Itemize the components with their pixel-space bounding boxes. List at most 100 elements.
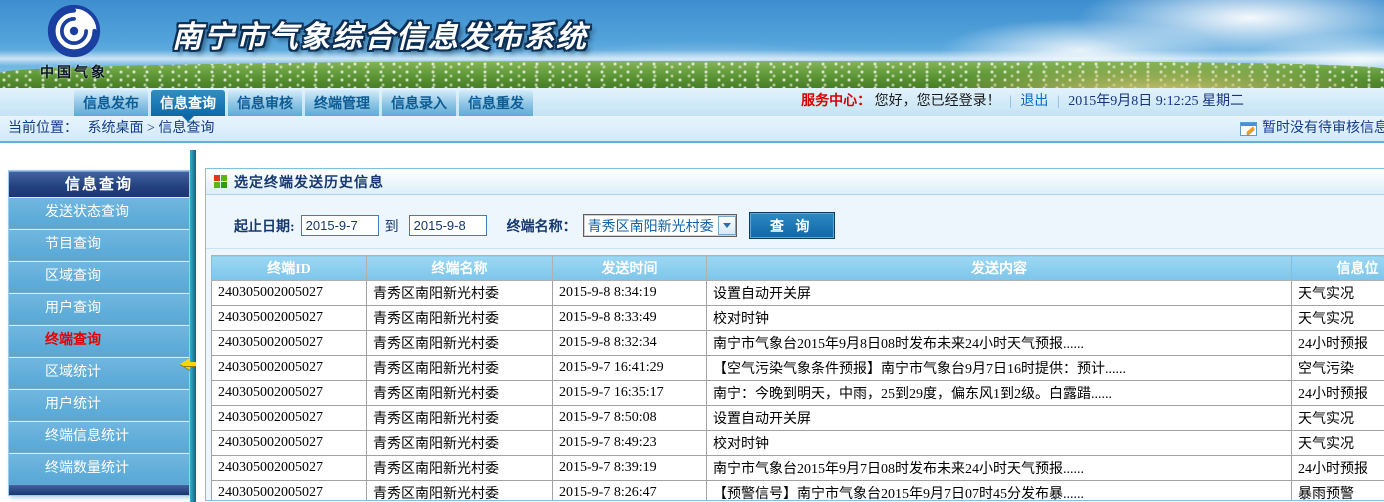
table-cell: 设置自动开关屏 [707, 281, 1292, 306]
top-navbar: 信息发布信息查询信息审核终端管理信息录入信息重发 服务中心： 您好，您已经登录！… [0, 88, 1384, 116]
table-cell: 240305002005027 [212, 406, 367, 431]
table-row: 240305002005027青秀区南阳新光村委2015-9-8 8:34:19… [212, 281, 1384, 306]
collapse-arrow-icon[interactable] [174, 358, 200, 370]
table-cell: 南宁：今晚到明天，中雨，25到29度，偏东风1到2级。白露踖...... [707, 381, 1292, 406]
table-cell: 24小时预报 [1292, 456, 1384, 481]
current-datetime: 2015年9月8日 9:12:25 星期二 [1068, 94, 1244, 109]
table-cell: 青秀区南阳新光村委 [367, 456, 553, 481]
table-row: 240305002005027青秀区南阳新光村委2015-9-7 8:50:08… [212, 406, 1384, 431]
terminal-name-label: 终端名称： [507, 216, 577, 236]
content-area: 信息查询 发送状态查询节目查询区域查询用户查询终端查询区域统计用户统计终端信息统… [0, 145, 1384, 502]
table-cell: 240305002005027 [212, 456, 367, 481]
history-table: 终端ID终端名称发送时间发送内容信息位 240305002005027青秀区南阳… [211, 255, 1384, 501]
table-cell: 天气实况 [1292, 306, 1384, 331]
panel-body: 起止日期: 到 终端名称： 青秀区南阳新光村委 查 询 终端ID终端名称发送时间… [206, 203, 1384, 501]
date-range-label: 起止日期: [234, 216, 295, 236]
table-cell: 青秀区南阳新光村委 [367, 431, 553, 456]
table-cell: 2015-9-7 8:26:47 [553, 481, 707, 502]
sidebar-item-4[interactable]: 用户查询 [9, 293, 189, 325]
sidebar-item-1[interactable]: 发送状态查询 [9, 197, 189, 229]
table-cell: 2015-9-8 8:32:34 [553, 331, 707, 356]
table-cell: 青秀区南阳新光村委 [367, 381, 553, 406]
table-row: 240305002005027青秀区南阳新光村委2015-9-7 16:35:1… [212, 381, 1384, 406]
date-from-input[interactable] [301, 215, 379, 236]
breadcrumb: 系统桌面 > 信息查询 [88, 121, 215, 136]
sidebar-item-2[interactable]: 节目查询 [9, 229, 189, 261]
column-header-4: 发送内容 [707, 256, 1292, 281]
table-cell: 240305002005027 [212, 381, 367, 406]
table-cell: 青秀区南阳新光村委 [367, 281, 553, 306]
table-cell: 青秀区南阳新光村委 [367, 356, 553, 381]
table-cell: 24小时预报 [1292, 331, 1384, 356]
sidebar-item-8[interactable]: 终端信息统计 [9, 421, 189, 453]
table-row: 240305002005027青秀区南阳新光村委2015-9-7 8:39:19… [212, 456, 1384, 481]
to-label: 到 [385, 216, 399, 236]
review-notice: 暂时没有待审核信息 [1240, 116, 1384, 141]
login-greeting: 您好，您已经登录！ [875, 94, 1001, 109]
nav-tab-1[interactable]: 信息发布 [74, 90, 148, 116]
table-cell: 2015-9-7 8:49:23 [553, 431, 707, 456]
panel-title: 选定终端发送历史信息 [234, 172, 384, 192]
sidebar-item-3[interactable]: 区域查询 [9, 261, 189, 293]
sidebar-items: 发送状态查询节目查询区域查询用户查询终端查询区域统计用户统计终端信息统计终端数量… [9, 197, 189, 485]
table-cell: 校对时钟 [707, 306, 1292, 331]
terminal-select[interactable]: 青秀区南阳新光村委 [583, 214, 737, 237]
table-cell: 240305002005027 [212, 331, 367, 356]
cma-spiral-icon [46, 46, 102, 63]
table-cell: 240305002005027 [212, 306, 367, 331]
query-button[interactable]: 查 询 [749, 212, 835, 239]
table-cell: 【预警信号】南宁市气象台2015年9月7日07时45分发布暴...... [707, 481, 1292, 502]
table-cell: 青秀区南阳新光村委 [367, 306, 553, 331]
service-center-label: 服务中心： [801, 94, 871, 109]
review-notice-text: 暂时没有待审核信息 [1262, 116, 1384, 141]
table-cell: 24小时预报 [1292, 381, 1384, 406]
nav-tab-5[interactable]: 信息录入 [382, 90, 456, 116]
table-cell: 南宁市气象台2015年9月7日08时发布未来24小时天气预报...... [707, 456, 1292, 481]
separator: | [1009, 94, 1012, 109]
panel-title-bar: 选定终端发送历史信息 [206, 169, 1384, 195]
sidebar-header: 信息查询 [9, 171, 189, 197]
banner: 中国气象 南宁市气象综合信息发布系统 [0, 0, 1384, 88]
table-cell: 设置自动开关屏 [707, 406, 1292, 431]
user-area: 服务中心： 您好，您已经登录！ | 退出 | 2015年9月8日 9:12:25… [801, 88, 1244, 116]
table-cell: 2015-9-7 8:50:08 [553, 406, 707, 431]
table-row: 240305002005027青秀区南阳新光村委2015-9-7 8:49:23… [212, 431, 1384, 456]
nav-tab-2[interactable]: 信息查询 [151, 90, 225, 116]
table-cell: 2015-9-7 16:35:17 [553, 381, 707, 406]
table-row: 240305002005027青秀区南阳新光村委2015-9-8 8:32:34… [212, 331, 1384, 356]
table-row: 240305002005027青秀区南阳新光村委2015-9-7 16:41:2… [212, 356, 1384, 381]
sidebar-item-7[interactable]: 用户统计 [9, 389, 189, 421]
table-cell: 空气污染 [1292, 356, 1384, 381]
column-header-3: 发送时间 [553, 256, 707, 281]
table-cell: 240305002005027 [212, 281, 367, 306]
nav-tab-6[interactable]: 信息重发 [459, 90, 533, 116]
nav-tabs: 信息发布信息查询信息审核终端管理信息录入信息重发 [74, 90, 533, 116]
table-cell: 240305002005027 [212, 481, 367, 502]
sidebar-footer [9, 485, 189, 495]
sidebar-item-6[interactable]: 区域统计 [9, 357, 189, 389]
sidebar-item-9[interactable]: 终端数量统计 [9, 453, 189, 485]
nav-tab-3[interactable]: 信息审核 [228, 90, 302, 116]
chevron-down-icon[interactable] [718, 216, 736, 235]
table-cell: 校对时钟 [707, 431, 1292, 456]
column-header-2: 终端名称 [367, 256, 553, 281]
table-cell: 天气实况 [1292, 431, 1384, 456]
nav-tab-4[interactable]: 终端管理 [305, 90, 379, 116]
breadcrumb-bar: 当前位置： 系统桌面 > 信息查询 暂时没有待审核信息 [0, 116, 1384, 143]
column-header-1: 终端ID [212, 256, 367, 281]
table-cell: 南宁市气象台2015年9月8日08时发布未来24小时天气预报...... [707, 331, 1292, 356]
table-cell: 青秀区南阳新光村委 [367, 481, 553, 502]
table-cell: 2015-9-7 16:41:29 [553, 356, 707, 381]
table-cell: 240305002005027 [212, 356, 367, 381]
sidebar-divider [190, 150, 196, 502]
modules-icon [214, 175, 227, 188]
logout-link[interactable]: 退出 [1020, 94, 1048, 109]
note-pencil-icon[interactable] [1240, 122, 1257, 136]
date-to-input[interactable] [409, 215, 487, 236]
sidebar-item-5[interactable]: 终端查询 [9, 325, 189, 357]
table-header-row: 终端ID终端名称发送时间发送内容信息位 [212, 256, 1384, 281]
logo-text: 中国气象 [26, 62, 122, 82]
site-title: 南宁市气象综合信息发布系统 [172, 12, 588, 56]
separator: | [1057, 94, 1060, 109]
table-cell: 2015-9-7 8:39:19 [553, 456, 707, 481]
